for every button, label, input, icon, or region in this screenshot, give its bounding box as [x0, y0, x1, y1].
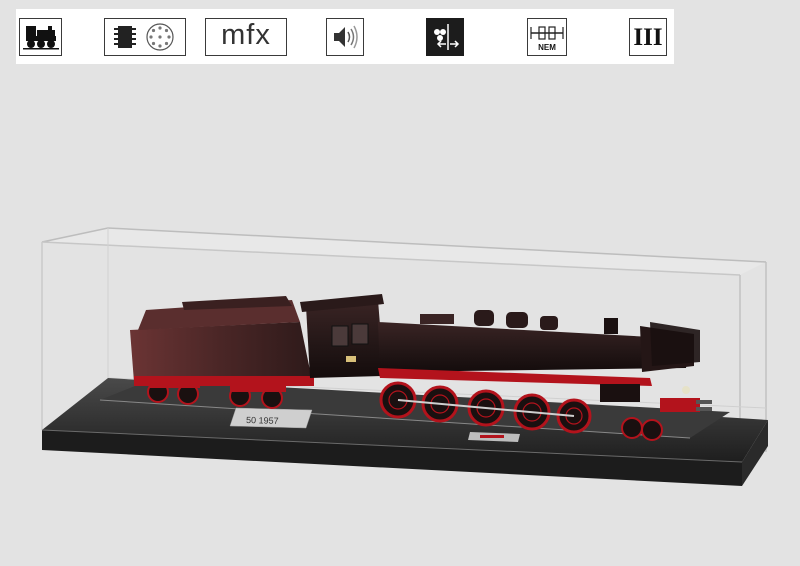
product-photo: 50 1957 — [41, 227, 768, 486]
plaque-label: 50 1957 — [246, 415, 279, 426]
